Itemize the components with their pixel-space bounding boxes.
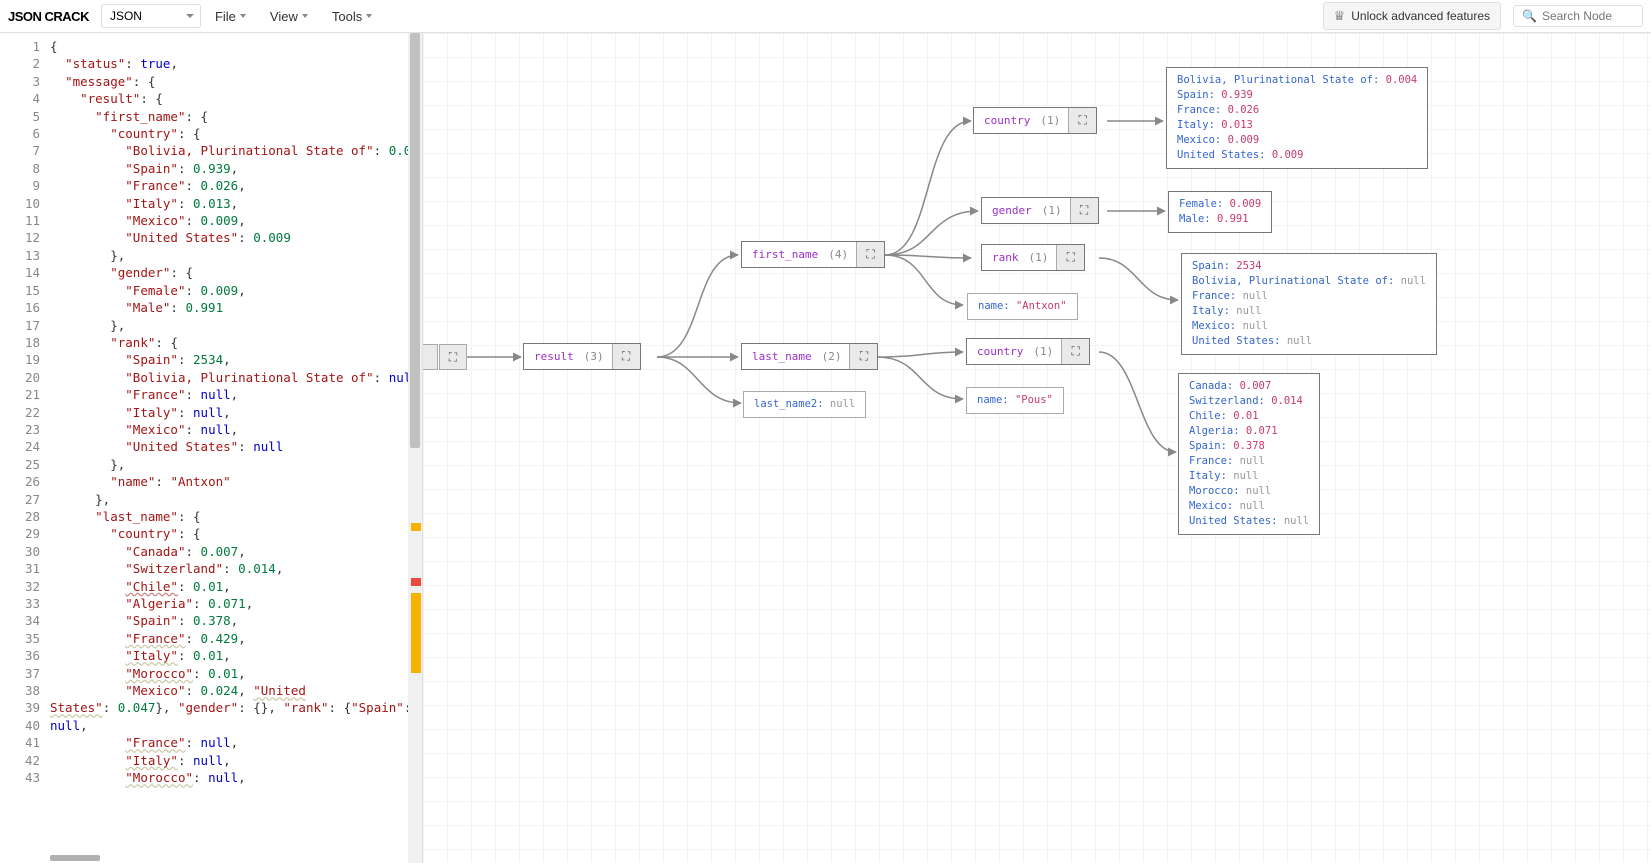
scroll-thumb-v[interactable] [410,33,420,448]
chevron-down-icon [240,14,246,18]
leaf-rank[interactable]: Spain: 2534Bolivia, Plurinational State … [1181,253,1437,355]
scroll-thumb-h[interactable] [50,855,100,861]
node-link-icon[interactable]: ⛶ [1070,198,1098,223]
node-label: country [967,339,1033,364]
menu-tools[interactable]: Tools [322,5,382,28]
menu-tools-label: Tools [332,9,362,24]
menu-file-label: File [215,9,236,24]
search-box[interactable]: 🔍 [1513,5,1643,27]
node-first-name[interactable]: first_name (4) ⛶ [741,241,885,268]
node-link-icon[interactable]: ⛶ [1068,108,1096,133]
node-label: last_name [742,344,822,369]
chevron-down-icon [366,14,372,18]
line-gutter: 1234567891011121314151617181920212223242… [0,33,50,863]
code-area[interactable]: { "status": true, "message": { "result":… [50,33,422,863]
search-icon: 🔍 [1522,9,1537,23]
node-label: result [524,344,584,369]
node-link-icon[interactable]: ⛶ [856,242,884,267]
node-fn-name[interactable]: name: "Antxon" [967,293,1078,320]
node-hidden-root[interactable] [423,344,438,370]
node-count: (1) [1040,114,1068,127]
leaf-ln-country[interactable]: Canada: 0.007Switzerland: 0.014Chile: 0.… [1178,373,1320,535]
chevron-down-icon [302,14,308,18]
leaf-key: name: [978,300,1010,312]
unlock-label: Unlock advanced features [1351,9,1490,23]
search-input[interactable] [1542,9,1634,23]
leaf-key: name: [977,394,1009,406]
warning-marker[interactable] [411,593,421,673]
menu-file[interactable]: File [205,5,256,28]
node-count: (1) [1033,345,1061,358]
menu-view-label: View [270,9,298,24]
warning-marker[interactable] [411,523,421,531]
graph-edges [423,33,1651,863]
node-link-icon[interactable]: ⛶ [849,344,877,369]
graph-pane[interactable]: ⛶ result (3) ⛶ first_name (4) ⛶ last_nam… [423,33,1651,863]
node-count: (4) [828,248,856,261]
node-country-fn[interactable]: country (1) ⛶ [973,107,1097,134]
node-label: country [974,108,1040,133]
node-count: (1) [1029,251,1057,264]
node-country-ln[interactable]: country (1) ⛶ [966,338,1090,365]
editor-pane[interactable]: 1234567891011121314151617181920212223242… [0,33,423,863]
node-ln-name[interactable]: name: "Pous" [966,387,1064,414]
node-count: (3) [584,350,612,363]
logo: JSON CRACK [8,9,97,24]
node-label: rank [982,245,1029,270]
node-link-icon[interactable]: ⛶ [1056,245,1084,270]
scrollbar-vertical[interactable] [408,33,422,863]
node-last-name[interactable]: last_name (2) ⛶ [741,343,878,370]
node-count: (1) [1042,204,1070,217]
node-label: gender [982,198,1042,223]
node-last-name2[interactable]: last_name2: null [743,391,866,418]
node-link-icon[interactable]: ⛶ [612,344,640,369]
node-result[interactable]: result (3) ⛶ [523,343,641,370]
leaf-value: "Pous" [1015,394,1053,406]
leaf-value: "Antxon" [1016,300,1067,312]
leaf-fn-country[interactable]: Bolivia, Plurinational State of: 0.004Sp… [1166,67,1428,169]
format-select[interactable]: JSON [101,4,201,28]
node-rank[interactable]: rank (1) ⛶ [981,244,1085,271]
node-link-icon[interactable]: ⛶ [1061,339,1089,364]
unlock-button[interactable]: ♕ Unlock advanced features [1323,2,1501,30]
leaf-value: null [830,398,855,410]
node-link-icon[interactable]: ⛶ [439,344,467,370]
scrollbar-horizontal[interactable] [50,853,408,863]
node-label: first_name [742,242,828,267]
node-count: (2) [822,350,850,363]
leaf-gender[interactable]: Female: 0.009Male: 0.991 [1168,191,1272,233]
node-gender[interactable]: gender (1) ⛶ [981,197,1099,224]
leaf-key: last_name2: [754,398,824,410]
menu-view[interactable]: View [260,5,318,28]
crown-icon: ♕ [1334,8,1346,24]
error-marker[interactable] [411,578,421,586]
main: 1234567891011121314151617181920212223242… [0,33,1651,863]
toolbar: JSON CRACK JSON File View Tools ♕ Unlock… [0,0,1651,33]
